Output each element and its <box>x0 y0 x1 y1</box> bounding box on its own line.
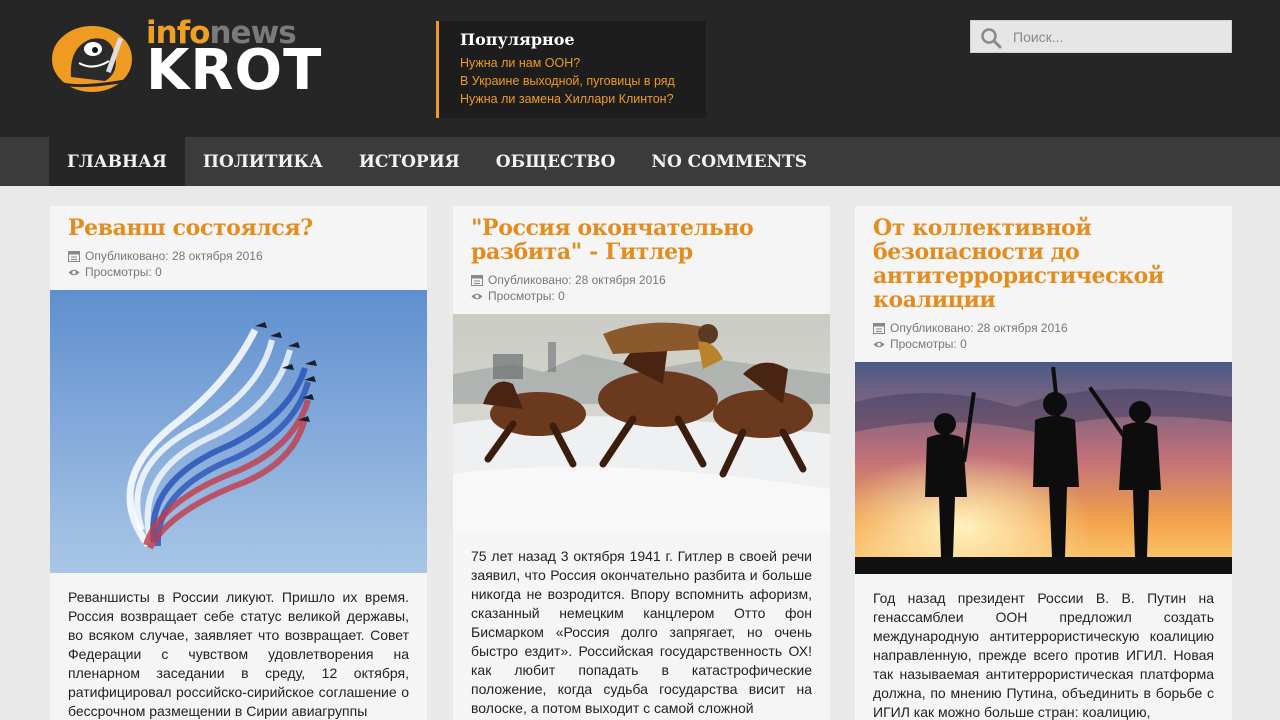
article-title[interactable]: От коллективной безопасности до антитерр… <box>873 216 1214 312</box>
article-card: Реванш состоялся? Опубликовано: 28 октяб… <box>50 206 427 720</box>
nav-item-society[interactable]: Общество <box>478 137 634 186</box>
article-image[interactable] <box>855 362 1232 574</box>
article-meta: Опубликовано: 28 октября 2016 Просмотры:… <box>471 273 812 304</box>
calendar-icon <box>873 323 885 335</box>
nav-item-history[interactable]: История <box>341 137 478 186</box>
article-card: "Россия окончательно разбита" - Гитлер О… <box>453 206 830 720</box>
article-title[interactable]: "Россия окончательно разбита" - Гитлер <box>471 216 812 264</box>
article-image[interactable] <box>50 290 427 573</box>
popular-box: Популярное Нужна ли нам ООН? В Украине в… <box>436 21 706 118</box>
popular-link[interactable]: В Украине выходной, пуговицы в ряд <box>460 72 706 90</box>
published-date: Опубликовано: 28 октября 2016 <box>890 321 1068 335</box>
article-image[interactable] <box>453 314 830 532</box>
eye-icon <box>471 293 483 299</box>
article-excerpt: Год назад президент России В. В. Путин н… <box>873 590 1214 720</box>
popular-link[interactable]: Нужна ли замена Хиллари Клинтон? <box>460 90 706 108</box>
site-header: infonews KROT Популярное Нужна ли нам ОО… <box>0 0 1280 137</box>
article-excerpt: 75 лет назад 3 октября 1941 г. Гитлер в … <box>471 548 812 716</box>
logo-krot-text: KROT <box>146 38 323 103</box>
article-excerpt: Реваншисты в России ликуют. Пришло их вр… <box>68 589 409 719</box>
published-date: Опубликовано: 28 октября 2016 <box>488 273 666 287</box>
article-title[interactable]: Реванш состоялся? <box>68 216 409 240</box>
view-count: Просмотры: 0 <box>488 288 565 303</box>
view-count: Просмотры: 0 <box>890 336 967 351</box>
calendar-icon <box>471 275 483 287</box>
search-icon[interactable] <box>980 27 1002 49</box>
article-card: От коллективной безопасности до антитерр… <box>855 206 1232 720</box>
published-date: Опубликовано: 28 октября 2016 <box>85 249 263 263</box>
eye-icon <box>873 341 885 347</box>
eye-icon <box>68 269 80 275</box>
nav-item-home[interactable]: Главная <box>49 137 185 186</box>
search-input[interactable] <box>1013 21 1223 52</box>
nav-item-politics[interactable]: Политика <box>185 137 341 186</box>
main-nav: Главная Политика История Общество No com… <box>0 137 1280 186</box>
view-count: Просмотры: 0 <box>85 264 162 279</box>
site-logo[interactable]: infonews KROT <box>49 15 349 103</box>
popular-title: Популярное <box>460 30 575 49</box>
popular-link[interactable]: Нужна ли нам ООН? <box>460 54 706 72</box>
mole-mascot-icon <box>50 24 134 94</box>
calendar-icon <box>68 251 80 263</box>
article-meta: Опубликовано: 28 октября 2016 Просмотры:… <box>873 321 1214 352</box>
nav-item-no-comments[interactable]: No comments <box>633 137 825 186</box>
search-box <box>970 20 1232 53</box>
article-meta: Опубликовано: 28 октября 2016 Просмотры:… <box>68 249 409 280</box>
